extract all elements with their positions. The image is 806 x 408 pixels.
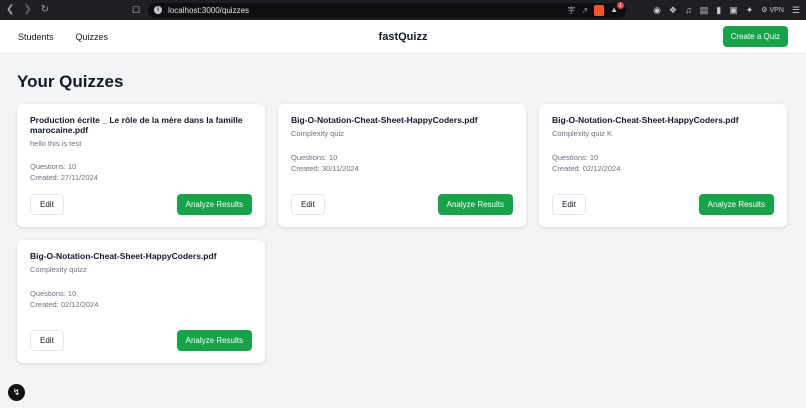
dev-tools-button[interactable]: ↯ xyxy=(8,384,25,401)
quiz-title: Production écrite _ Le rôle de la mère d… xyxy=(30,115,243,135)
brave-shield-icon[interactable] xyxy=(594,4,605,16)
quiz-card: Production écrite _ Le rôle de la mère d… xyxy=(17,104,265,227)
quiz-actions: Edit Analyze Results xyxy=(30,330,252,351)
extension-badge: 1 xyxy=(617,2,625,9)
browser-toolbar: ❮ ❯ ↻ ☐ i localhost:3000/quizzes 字 ↗ ▲ 1 … xyxy=(0,0,806,20)
vpn-button[interactable]: ⚙ VPN xyxy=(761,6,784,14)
reading-list-icon[interactable]: ▤ xyxy=(700,5,709,16)
lightning-icon: ↯ xyxy=(12,387,21,397)
quiz-questions: Questions: 10 xyxy=(291,153,338,162)
menu-icon[interactable]: ☰ xyxy=(792,5,800,16)
quiz-meta: Questions: 10 Created: 02/12/2024 xyxy=(30,288,98,311)
rewards-icon[interactable]: ▲ 1 xyxy=(610,2,625,15)
forward-icon[interactable]: ❯ xyxy=(23,5,31,15)
sidebar-icon[interactable]: ▮ xyxy=(716,5,721,16)
analyze-results-button[interactable]: Analyze Results xyxy=(698,194,774,215)
quiz-meta: Questions: 10 Created: 27/11/2024 xyxy=(30,161,98,184)
leo-icon[interactable]: ✦ xyxy=(746,5,754,16)
main-content: Your Quizzes Production écrite _ Le rôle… xyxy=(0,54,806,381)
music-icon[interactable]: ♫ xyxy=(685,5,692,15)
quiz-actions: Edit Analyze Results xyxy=(291,194,513,215)
analyze-results-button[interactable]: Analyze Results xyxy=(176,330,252,351)
edit-button[interactable]: Edit xyxy=(30,194,64,215)
quiz-card: Big-O-Notation-Cheat-Sheet-HappyCoders.p… xyxy=(539,104,787,227)
translate-icon[interactable]: 字 xyxy=(567,5,575,16)
extensions-icon[interactable]: ❖ xyxy=(669,5,677,16)
quiz-meta: Questions: 10 Created: 30/11/2024 xyxy=(291,152,359,175)
create-quiz-button[interactable]: Create a Quiz xyxy=(722,26,788,47)
vpn-icon: ⚙ xyxy=(761,7,768,14)
vpn-label: VPN xyxy=(769,7,784,14)
nav-students[interactable]: Students xyxy=(18,32,54,42)
quiz-questions: Questions: 10 xyxy=(552,153,599,162)
quiz-actions: Edit Analyze Results xyxy=(30,194,252,215)
quiz-actions: Edit Analyze Results xyxy=(552,194,774,215)
analyze-results-button[interactable]: Analyze Results xyxy=(437,194,513,215)
edit-button[interactable]: Edit xyxy=(552,194,586,215)
bookmark-icon[interactable]: ☐ xyxy=(132,5,140,16)
quiz-grid: Production écrite _ Le rôle de la mère d… xyxy=(17,104,789,363)
quiz-title: Big-O-Notation-Cheat-Sheet-HappyCoders.p… xyxy=(552,115,739,125)
wallet-icon[interactable]: ▣ xyxy=(729,5,738,16)
back-icon[interactable]: ❮ xyxy=(6,5,14,15)
share-icon[interactable]: ↗ xyxy=(581,6,588,15)
quiz-description: Complexity quiz xyxy=(291,128,344,138)
quiz-description: hello this is test xyxy=(30,138,82,148)
address-bar[interactable]: i localhost:3000/quizzes 字 ↗ ▲ 1 xyxy=(148,2,627,18)
edit-button[interactable]: Edit xyxy=(30,330,64,351)
quiz-card: Big-O-Notation-Cheat-Sheet-HappyCoders.p… xyxy=(17,240,265,363)
quiz-description: Complexity quizz xyxy=(30,264,87,274)
app-header: Students Quizzes fastQuizz Create a Quiz xyxy=(0,20,806,54)
edit-button[interactable]: Edit xyxy=(291,194,325,215)
quiz-card: Big-O-Notation-Cheat-Sheet-HappyCoders.p… xyxy=(278,104,526,227)
url-text[interactable]: localhost:3000/quizzes xyxy=(168,6,561,15)
quiz-description: Complexity quiz K xyxy=(552,128,613,138)
quiz-meta: Questions: 10 Created: 02/12/2024 xyxy=(552,152,620,175)
quiz-questions: Questions: 10 xyxy=(30,289,77,298)
quiz-title: Big-O-Notation-Cheat-Sheet-HappyCoders.p… xyxy=(291,115,478,125)
camera-icon[interactable]: ◉ xyxy=(653,5,661,16)
quiz-created: Created: 30/11/2024 xyxy=(291,164,359,174)
brand-title: fastQuizz xyxy=(378,30,428,43)
quiz-created: Created: 02/12/2024 xyxy=(30,300,99,310)
page-title: Your Quizzes xyxy=(17,72,124,91)
reload-icon[interactable]: ↻ xyxy=(41,5,49,15)
quiz-created: Created: 27/11/2024 xyxy=(30,173,98,183)
analyze-results-button[interactable]: Analyze Results xyxy=(176,194,252,215)
nav-quizzes[interactable]: Quizzes xyxy=(76,32,109,42)
quiz-created: Created: 02/12/2024 xyxy=(552,164,621,174)
quiz-questions: Questions: 10 xyxy=(30,162,77,171)
site-info-icon[interactable]: i xyxy=(154,6,163,14)
quiz-title: Big-O-Notation-Cheat-Sheet-HappyCoders.p… xyxy=(30,251,217,261)
browser-actions: ◉ ❖ ♫ ▤ ▮ ▣ ✦ ⚙ VPN ☰ xyxy=(653,5,800,16)
browser-nav: ❮ ❯ ↻ xyxy=(6,5,116,15)
